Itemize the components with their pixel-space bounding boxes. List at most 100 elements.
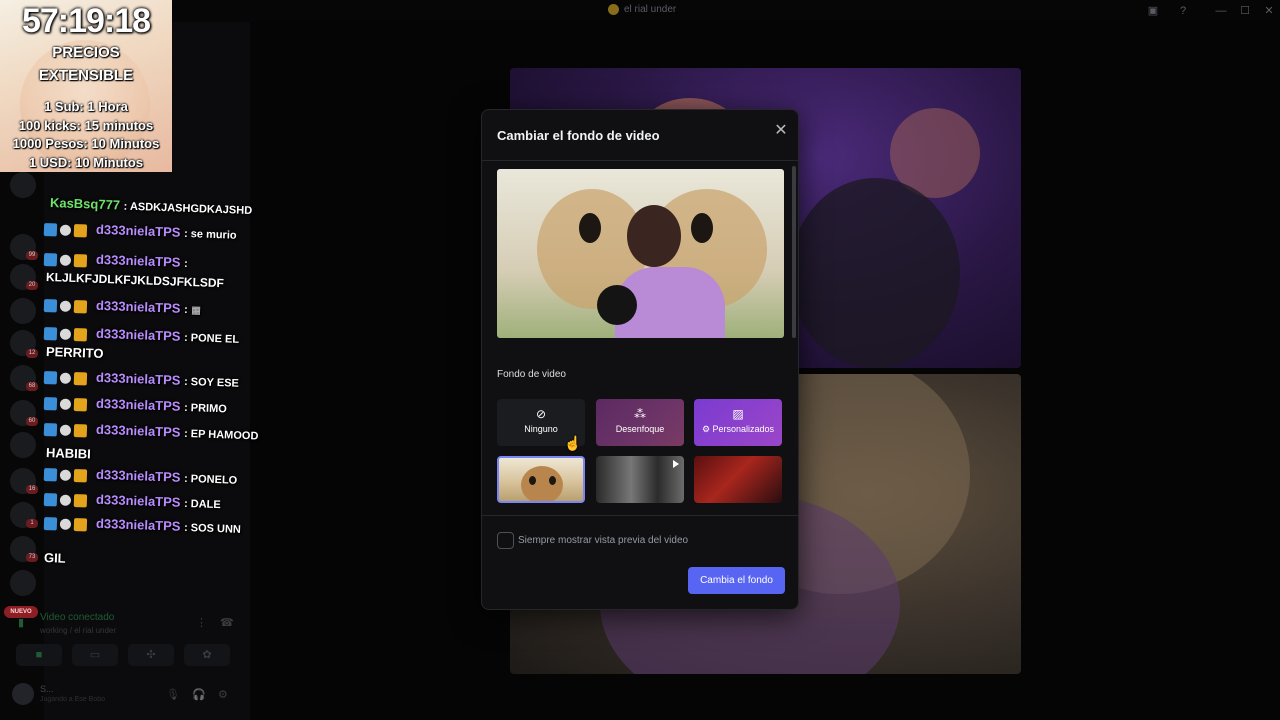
change-background-button[interactable]: Cambia el fondo <box>688 567 785 594</box>
chat-message: d333nielaTPS : PONE EL <box>43 324 240 347</box>
divider <box>482 515 798 516</box>
badge-icon <box>59 224 72 237</box>
badge-icon <box>43 253 58 267</box>
badge-icon <box>59 494 72 507</box>
chat-username: d333nielaTPS <box>95 491 181 510</box>
badge-icon <box>43 299 58 313</box>
chat-username: d333nielaTPS <box>95 395 181 414</box>
close-icon[interactable]: ✕ <box>772 122 790 140</box>
chat-username: d333nielaTPS <box>95 515 181 534</box>
chat-message: d333nielaTPS : SOS UNN <box>43 514 242 537</box>
chat-text: : DALE <box>183 497 221 512</box>
crown-icon <box>73 224 88 238</box>
badge-icon <box>43 423 58 437</box>
chat-badges <box>43 297 90 314</box>
inbox-icon[interactable]: ▣ <box>1146 4 1160 18</box>
change-video-background-dialog: Cambiar el fondo de video ✕ Fondo de vid… <box>481 109 799 610</box>
badge-icon <box>59 300 72 313</box>
chat-text: : PONE EL <box>183 331 240 346</box>
chat-text: : <box>183 303 188 317</box>
dog-eye <box>549 476 556 485</box>
chat-badges <box>43 221 90 238</box>
crown-icon <box>73 328 88 342</box>
chat-text: : SOS UNN <box>183 521 242 536</box>
chat-text: : PONELO <box>183 472 238 487</box>
stream-chat-overlay: KasBsq777 : ASDKJASHGDKAJSHD d333nielaTP… <box>0 0 280 720</box>
background-option-blur[interactable]: ⁂ Desenfoque <box>596 399 684 446</box>
chat-text-continued: KLJLKFJDLKFJKLDSJFKLSDF <box>45 270 225 291</box>
dog-eye <box>691 213 713 243</box>
video-background-label: Fondo de video <box>497 369 566 380</box>
dog-eye <box>579 213 601 243</box>
crown-icon <box>73 398 88 412</box>
always-preview-checkbox[interactable] <box>497 532 514 549</box>
background-thumbnail-dog[interactable] <box>497 456 585 503</box>
option-label: Ninguno <box>524 424 558 434</box>
chat-message: d333nielaTPS : EP HAMOOD <box>43 420 259 444</box>
badge-icon <box>59 254 72 267</box>
chat-username: d333nielaTPS <box>95 369 181 388</box>
chat-username: d333nielaTPS <box>95 297 181 316</box>
window-title-text: el rial under <box>624 4 677 15</box>
badge-icon <box>43 223 58 237</box>
badge-icon <box>59 328 72 341</box>
chat-message: KasBsq777 : ASDKJASHGDKAJSHD <box>50 195 253 217</box>
chat-text: : EP HAMOOD <box>183 427 259 443</box>
chat-message: d333nielaTPS : <box>43 250 188 271</box>
close-window-button[interactable]: ✕ <box>1262 4 1276 18</box>
chat-username: d333nielaTPS <box>95 221 181 240</box>
chat-username: d333nielaTPS <box>95 251 181 270</box>
badge-icon <box>43 517 58 531</box>
chat-message: d333nielaTPS : PRIMO <box>43 394 228 416</box>
chat-text-continued: GIL <box>43 550 66 566</box>
badge-icon <box>43 468 58 482</box>
chat-badges <box>43 251 90 268</box>
badge-icon <box>59 398 72 411</box>
emote-icon: ▦ <box>191 305 201 317</box>
badge-icon <box>59 372 72 385</box>
badge-icon <box>43 397 58 411</box>
background-option-custom[interactable]: ▨ ⚙ Personalizados <box>694 399 782 446</box>
microphone <box>597 285 637 325</box>
minimize-button[interactable]: — <box>1214 4 1228 18</box>
person-silhouette <box>790 178 960 368</box>
badge-icon <box>59 518 72 531</box>
badge-icon <box>43 371 58 385</box>
chat-text-continued: PERRITO <box>45 344 104 362</box>
play-icon <box>673 460 679 468</box>
background-thumbnail-red[interactable] <box>694 456 782 503</box>
divider <box>482 160 798 161</box>
chat-badges <box>43 369 90 386</box>
chat-badges <box>43 395 90 412</box>
chat-badges <box>43 325 90 342</box>
option-label: Desenfoque <box>615 424 665 434</box>
ban-icon: ⊘ <box>535 407 547 421</box>
chat-username: d333nielaTPS <box>95 325 181 344</box>
hand-cursor-icon: ☝ <box>564 435 582 451</box>
chat-text: : PRIMO <box>183 401 228 416</box>
chat-badges <box>43 515 90 532</box>
help-icon[interactable]: ? <box>1176 4 1190 18</box>
always-preview-label: Siempre mostrar vista previa del video <box>518 535 689 546</box>
chat-message: d333nielaTPS : ▦ <box>43 296 201 318</box>
badge-icon <box>59 469 72 482</box>
badge-icon <box>59 424 72 437</box>
chat-badges <box>43 491 90 508</box>
dog-face <box>521 466 563 501</box>
background-thumbnail-video[interactable] <box>596 456 684 503</box>
scrollbar-thumb[interactable] <box>792 166 796 338</box>
server-icon <box>608 4 619 15</box>
chat-username: d333nielaTPS <box>95 421 181 440</box>
chat-message: d333nielaTPS : PONELO <box>43 465 238 488</box>
badge-icon <box>43 327 58 341</box>
video-preview <box>497 169 784 338</box>
chat-message: d333nielaTPS : se murio <box>43 220 237 243</box>
chat-username: KasBsq777 <box>49 195 121 213</box>
crown-icon <box>73 469 88 483</box>
chat-text: : SOY ESE <box>183 375 240 390</box>
crown-icon <box>73 494 88 508</box>
badge-icon <box>43 493 58 507</box>
chat-text: : se murio <box>183 227 237 242</box>
crown-icon <box>73 254 88 268</box>
maximize-button[interactable]: ☐ <box>1238 4 1252 18</box>
